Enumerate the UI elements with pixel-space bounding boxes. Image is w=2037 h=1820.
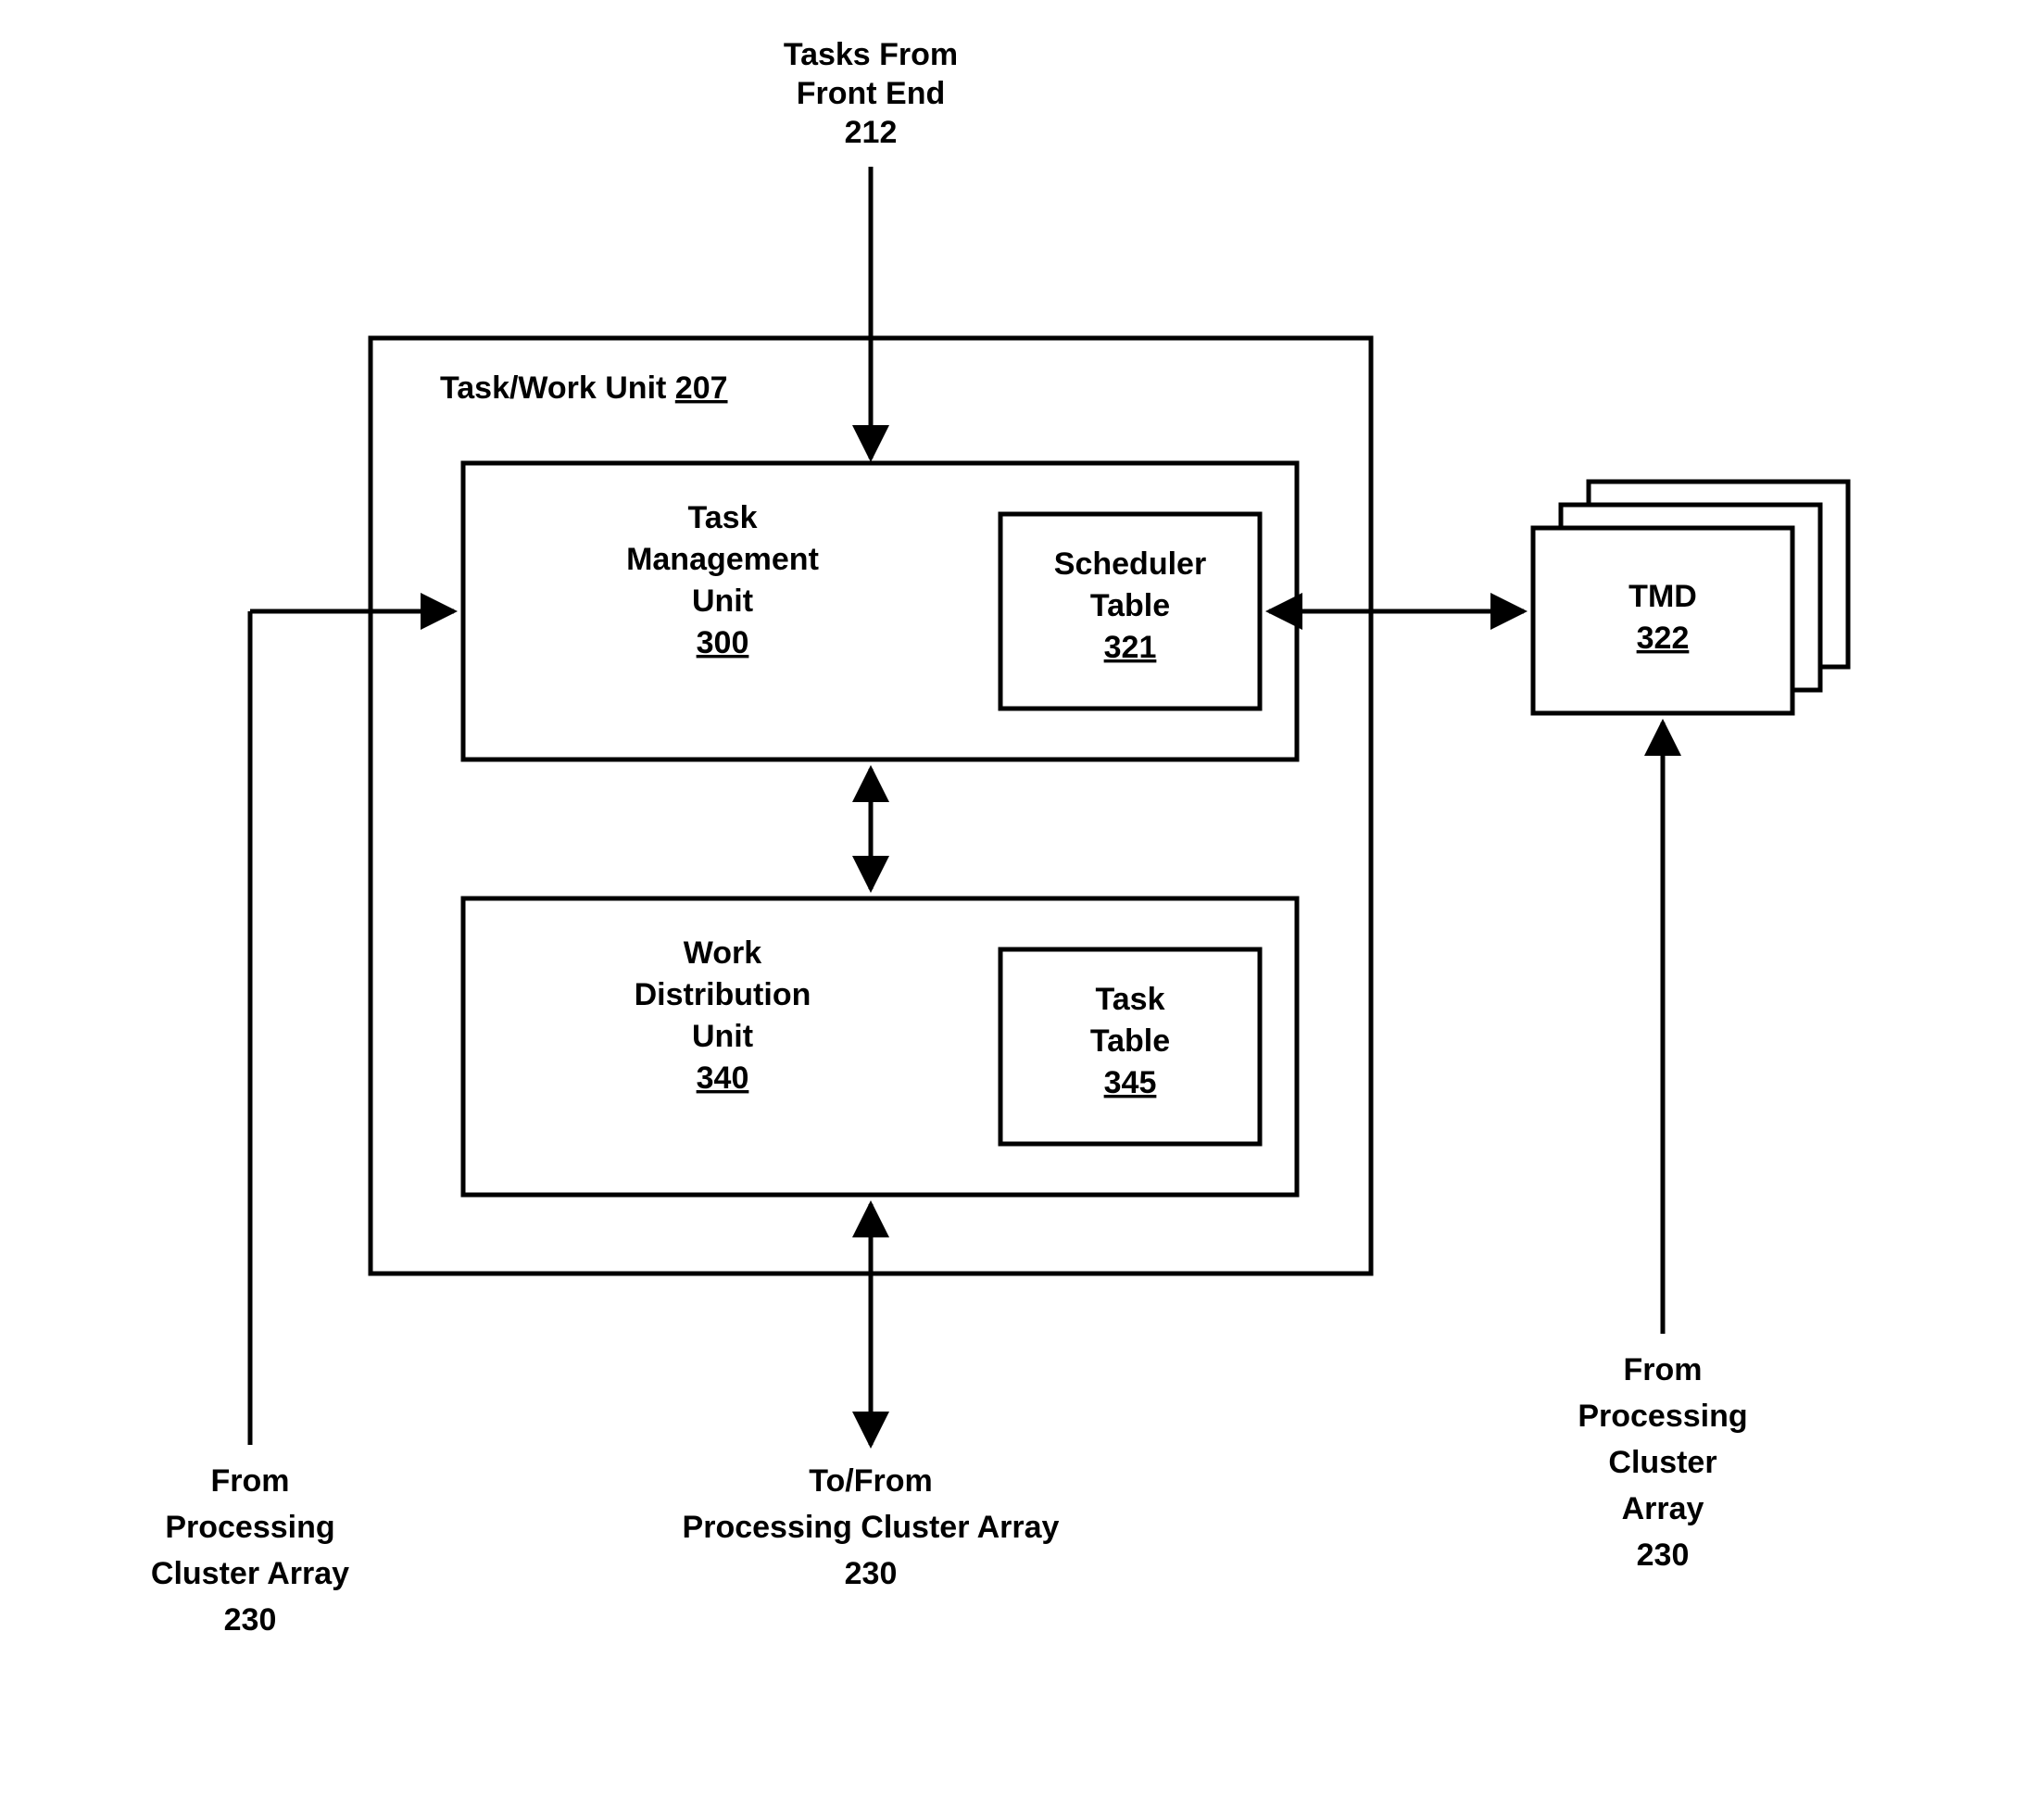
- tmu-line1: Task: [688, 500, 758, 535]
- tt-line1: Task: [1096, 982, 1165, 1017]
- work-distribution-unit-box: [463, 898, 1297, 1195]
- task-management-unit-box: [463, 463, 1297, 759]
- center-bottom-label: To/From Processing Cluster Array 230: [683, 1463, 1060, 1591]
- lb-line1: From: [211, 1463, 290, 1499]
- lb-line2: Processing: [165, 1510, 334, 1545]
- tmu-num: 300: [697, 625, 749, 660]
- tmu-line3: Unit: [692, 584, 753, 619]
- tmd-stack: TMD 322: [1533, 482, 1848, 713]
- cb-line1: To/From: [809, 1463, 932, 1499]
- diagram-root: Tasks From Front End 212 Task/Work Unit …: [0, 0, 2037, 1820]
- twu-label-num: 207: [675, 370, 728, 406]
- twu-label-text: Task/Work Unit: [440, 370, 666, 406]
- top-label-line2: Front End: [797, 76, 946, 111]
- rb-line3: Cluster: [1608, 1445, 1716, 1480]
- top-label-line1: Tasks From: [784, 37, 958, 72]
- rb-line1: From: [1624, 1352, 1703, 1387]
- rb-line4: Array: [1622, 1491, 1704, 1526]
- left-bottom-label: From Processing Cluster Array 230: [151, 1463, 349, 1638]
- task-work-unit-label: Task/Work Unit 207: [440, 370, 728, 406]
- wdu-line3: Unit: [692, 1019, 753, 1054]
- top-source-label: Tasks From Front End 212: [784, 37, 958, 150]
- sched-line1: Scheduler: [1054, 546, 1206, 582]
- cb-line2: Processing Cluster Array: [683, 1510, 1060, 1545]
- tmu-line2: Management: [626, 542, 819, 577]
- work-distribution-unit-label: Work Distribution Unit 340: [635, 935, 811, 1096]
- sched-num: 321: [1104, 630, 1157, 665]
- cb-num: 230: [845, 1556, 898, 1591]
- scheduler-table-label: Scheduler Table 321: [1054, 546, 1206, 665]
- sched-line2: Table: [1090, 588, 1170, 623]
- rb-line2: Processing: [1578, 1399, 1747, 1434]
- wdu-line1: Work: [684, 935, 761, 971]
- tmd-num: 322: [1637, 621, 1690, 656]
- lb-line3: Cluster Array: [151, 1556, 349, 1591]
- wdu-line2: Distribution: [635, 977, 811, 1012]
- lb-num: 230: [224, 1602, 277, 1638]
- tt-num: 345: [1104, 1065, 1157, 1100]
- rb-num: 230: [1637, 1538, 1690, 1573]
- right-bottom-label: From Processing Cluster Array 230: [1578, 1352, 1747, 1573]
- tmd-label: TMD: [1628, 579, 1697, 614]
- task-table-label: Task Table 345: [1090, 982, 1170, 1100]
- wdu-num: 340: [697, 1061, 749, 1096]
- tt-line2: Table: [1090, 1023, 1170, 1059]
- task-management-unit-label: Task Management Unit 300: [626, 500, 819, 660]
- top-label-num: 212: [845, 115, 898, 150]
